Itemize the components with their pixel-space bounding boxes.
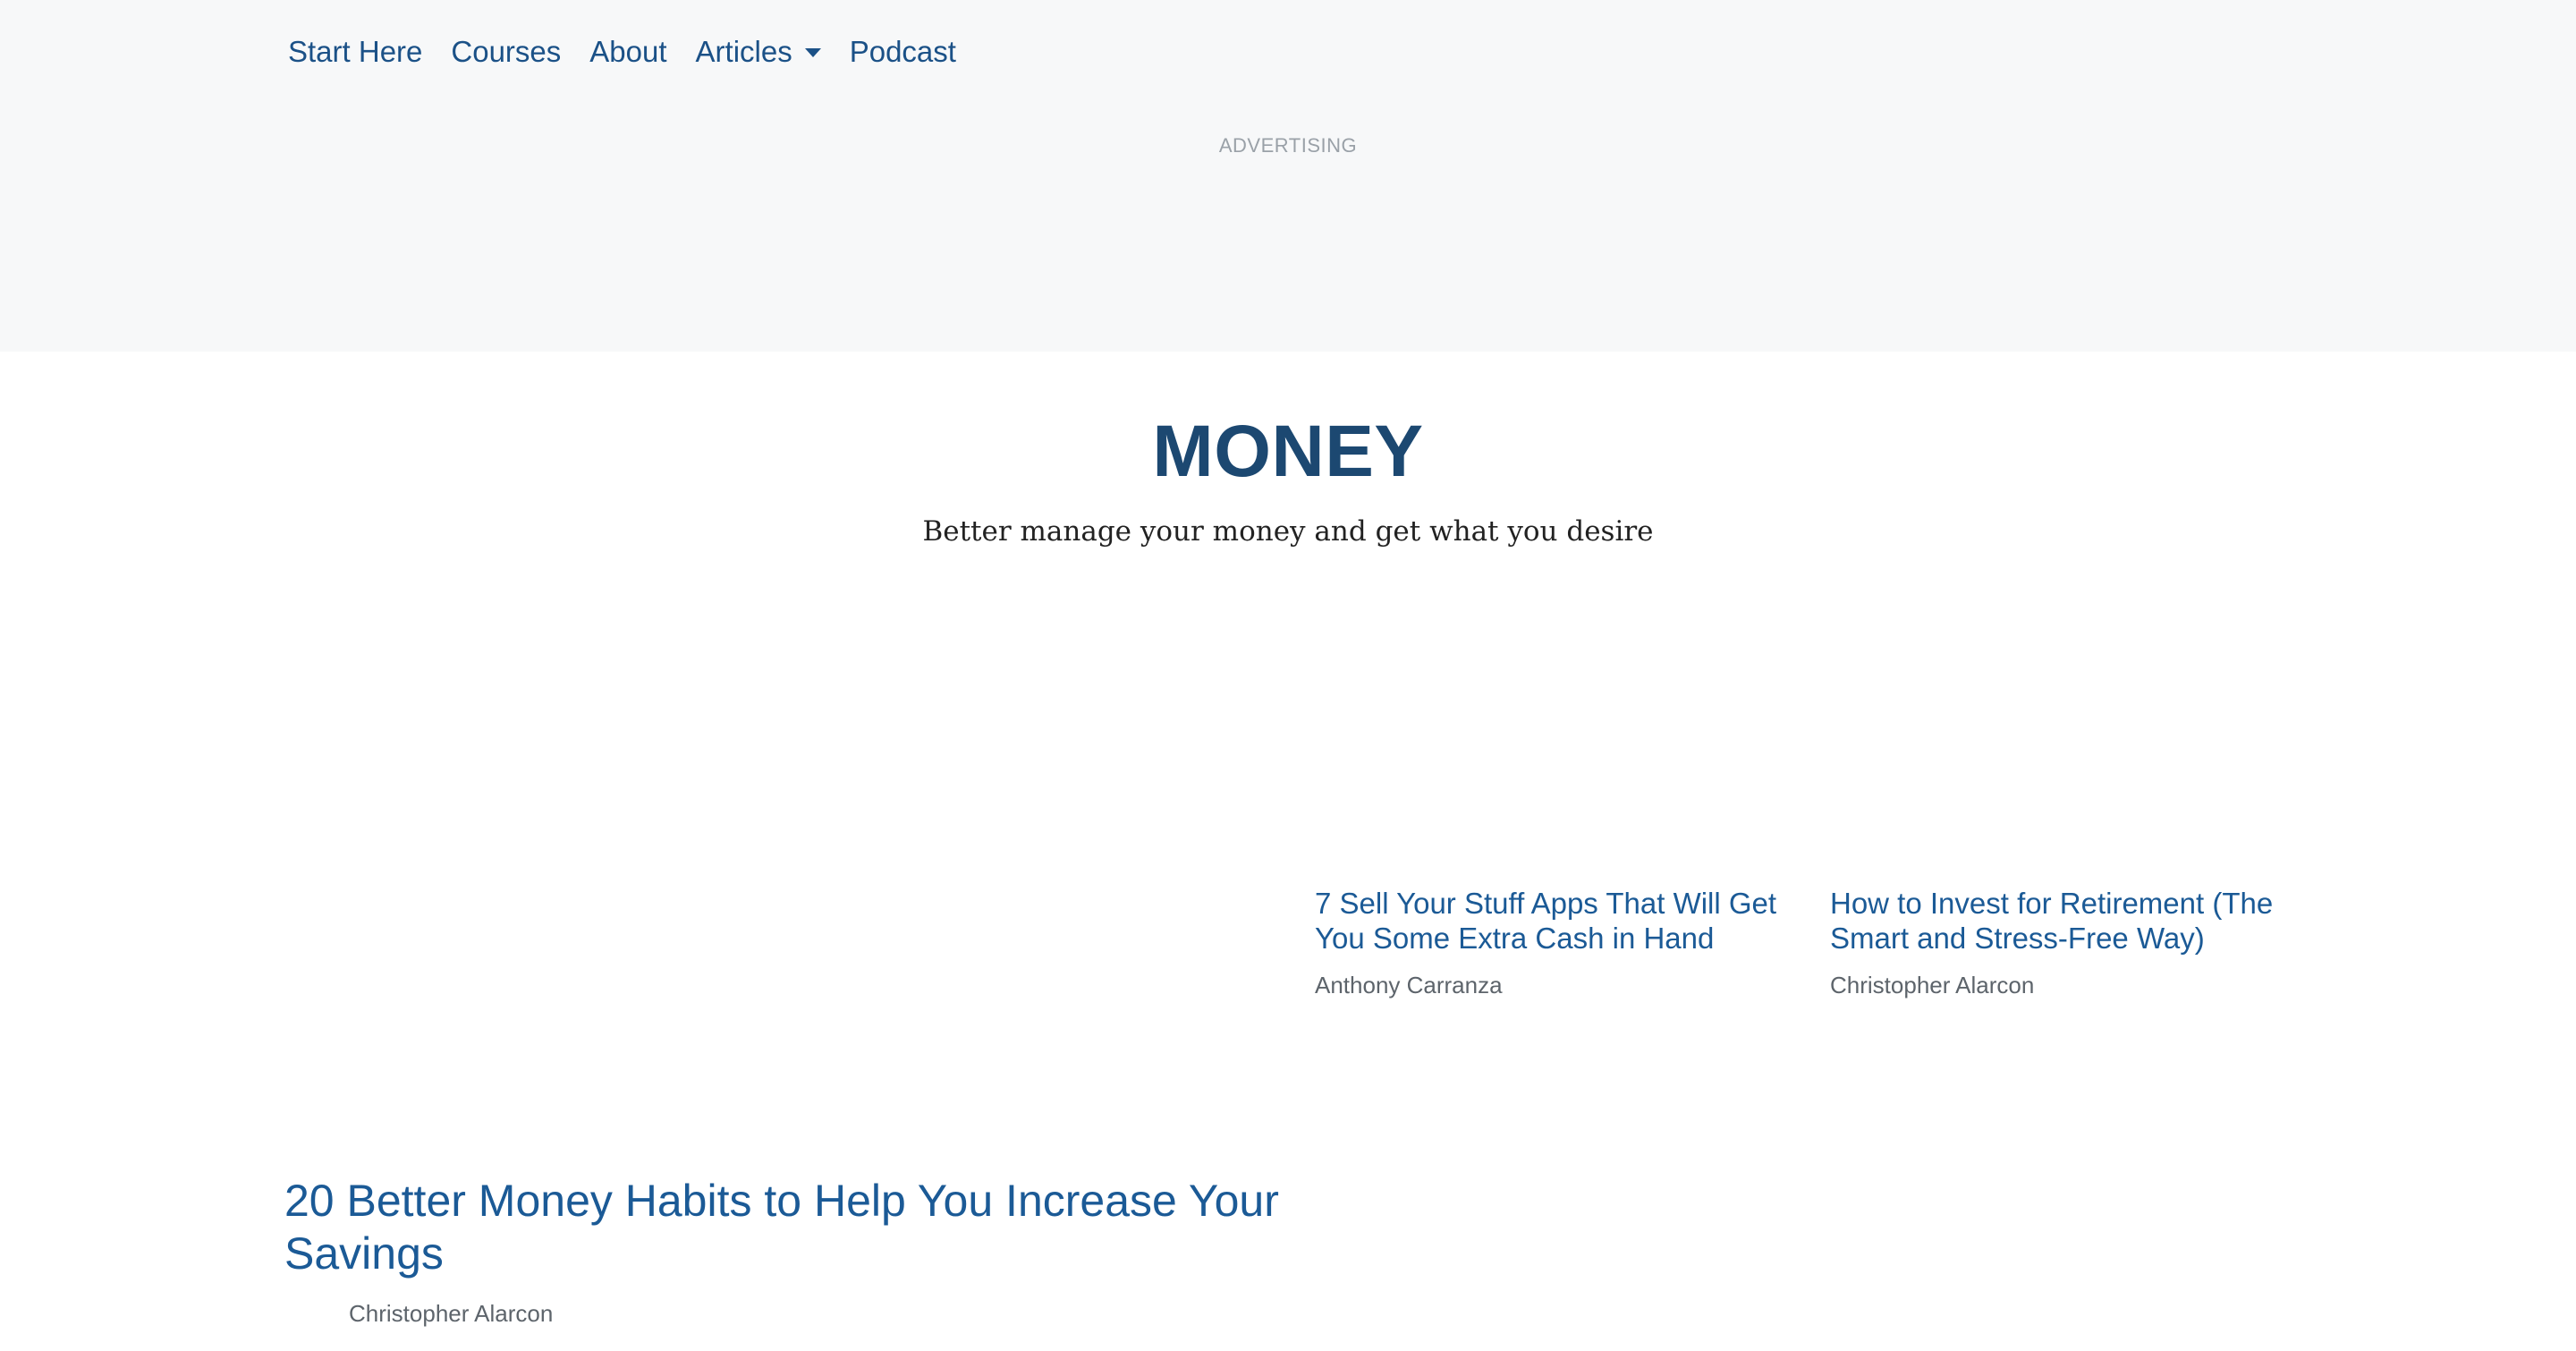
nav-podcast[interactable]: Podcast (850, 35, 956, 69)
main-nav: Start Here Courses About Articles Podcas… (288, 27, 985, 77)
article-author: Christopher Alarcon (1830, 972, 2035, 998)
article-card: How to Invest for Retirement (The Smart … (1830, 886, 2313, 999)
article-author: Anthony Carranza (1315, 972, 1503, 998)
nav-articles-dropdown[interactable]: Articles (696, 35, 821, 69)
nav-start-here[interactable]: Start Here (288, 35, 422, 69)
article-card: 7 Sell Your Stuff Apps That Will Get You… (1315, 886, 1798, 999)
advertising-label: ADVERTISING (1218, 134, 1358, 157)
nav-courses[interactable]: Courses (451, 35, 561, 69)
article-author: Christopher Alarcon (349, 1300, 554, 1327)
featured-article-title-link[interactable]: 20 Better Money Habits to Help You Incre… (284, 1175, 1286, 1280)
page-title: MONEY (1152, 411, 1424, 492)
nav-articles-label: Articles (695, 35, 792, 68)
header-band: Start Here Courses About Articles Podcas… (0, 0, 2576, 352)
nav-about[interactable]: About (589, 35, 666, 69)
article-title-link[interactable]: How to Invest for Retirement (The Smart … (1830, 886, 2313, 956)
page-subtitle: Better manage your money and get what yo… (922, 515, 1654, 548)
caret-down-icon (804, 48, 821, 57)
featured-article-card: 20 Better Money Habits to Help You Incre… (284, 1175, 1286, 1328)
article-title-link[interactable]: 7 Sell Your Stuff Apps That Will Get You… (1315, 886, 1798, 956)
